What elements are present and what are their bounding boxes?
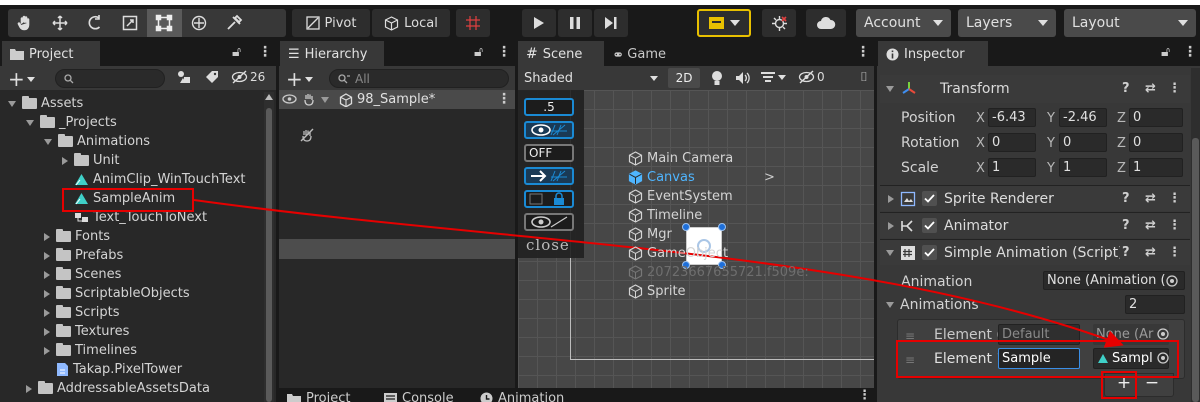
hierarchy-item[interactable]: Canvas >	[628, 168, 775, 187]
hierarchy-item[interactable]: Timeline	[628, 206, 702, 225]
hierarchy-item[interactable]: EventSystem	[628, 187, 733, 206]
gameobject-cube-icon	[628, 189, 643, 204]
hierarchy-item-label: EventSystem	[647, 189, 733, 204]
hierarchy-item-label: 20723667655721.f509e:	[647, 265, 809, 280]
hierarchy-item[interactable]: Main Camera	[628, 149, 733, 168]
gameobject-cube-icon	[628, 227, 643, 242]
hierarchy-item-label: GameObject	[647, 246, 729, 261]
hierarchy-item-label: Canvas	[647, 170, 695, 185]
hierarchy-item[interactable]: 20723667655721.f509e:	[628, 263, 809, 282]
hierarchy-item-label: Timeline	[647, 208, 703, 223]
gameobject-cube-icon	[628, 246, 643, 261]
hierarchy-item[interactable]: GameObject	[628, 244, 728, 263]
annotation-arrow	[193, 199, 1124, 348]
hierarchy-item-label: Main Camera	[647, 151, 734, 166]
hierarchy-item-label: Sprite	[647, 284, 686, 299]
gameobject-cube-icon	[628, 170, 643, 185]
gameobject-cube-icon	[628, 208, 643, 223]
hierarchy-item[interactable]: Sprite	[628, 282, 686, 301]
hierarchy-item-label: Mgr	[647, 227, 672, 242]
gameobject-cube-icon	[628, 265, 643, 280]
hierarchy-item[interactable]: Mgr	[628, 225, 672, 244]
gameobject-cube-icon	[628, 151, 643, 166]
chevron-right-icon[interactable]: >	[764, 170, 775, 185]
gameobject-cube-icon	[628, 284, 643, 299]
